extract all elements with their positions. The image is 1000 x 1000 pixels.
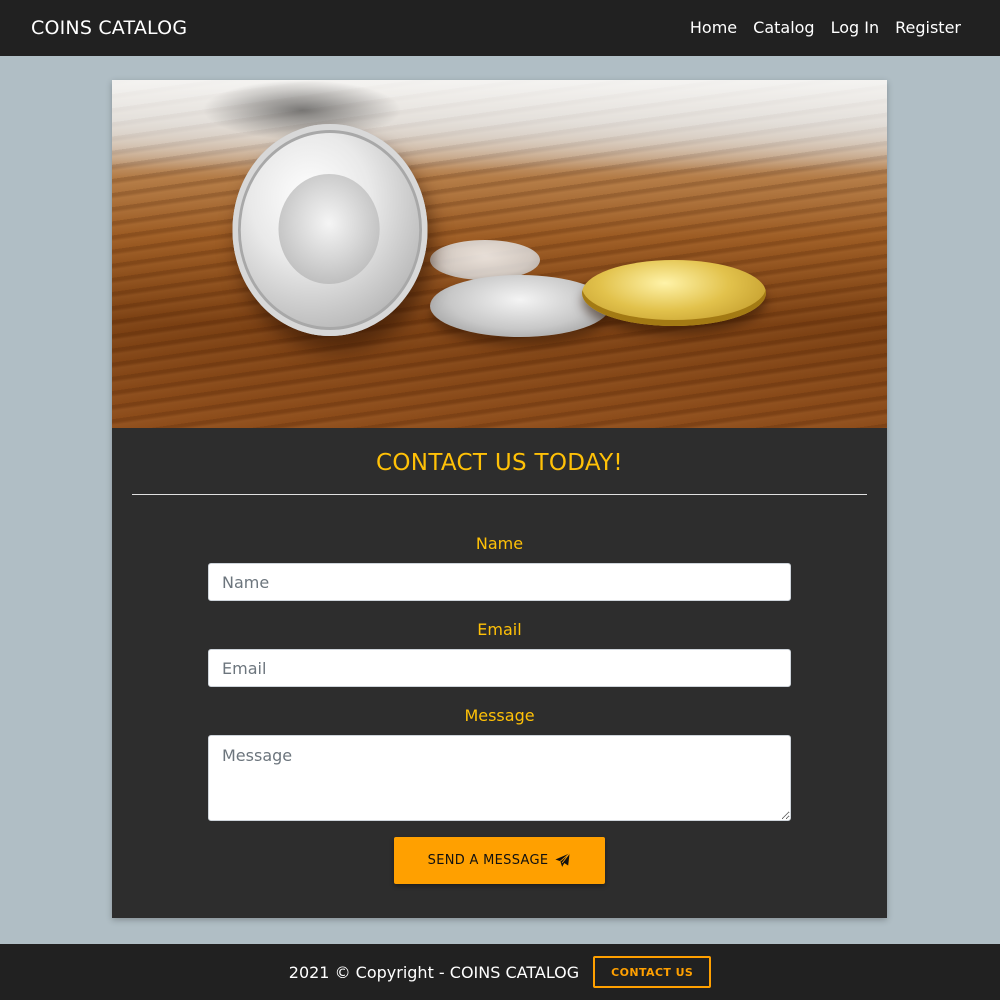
- name-label: Name: [475, 534, 524, 553]
- name-input[interactable]: [208, 563, 791, 601]
- paper-plane-icon: [555, 853, 571, 867]
- title-divider: [132, 494, 867, 495]
- nav-link-login[interactable]: Log In: [823, 0, 888, 56]
- gold-coin: [582, 260, 766, 326]
- message-label: Message: [464, 706, 535, 725]
- nav-links: Home Catalog Log In Register: [682, 0, 969, 56]
- silver-eagle-coin: [232, 124, 428, 336]
- brand-logo-link[interactable]: COINS CATALOG: [31, 17, 187, 39]
- contact-title: CONTACT US TODAY!: [376, 450, 623, 476]
- eagle-emblem: [278, 174, 380, 284]
- email-label: Email: [477, 620, 522, 639]
- footer-copyright: 2021 © Copyright - COINS CATALOG: [288, 962, 580, 982]
- message-textarea[interactable]: [208, 735, 791, 821]
- hero-image-coins: [112, 80, 887, 428]
- send-message-button[interactable]: SEND A MESSAGE: [393, 837, 606, 884]
- nav-link-register[interactable]: Register: [887, 0, 969, 56]
- contact-card: CONTACT US TODAY! Name Email Message SEN…: [112, 80, 887, 918]
- contact-form: Name Email Message SEND A MESSAGE: [208, 534, 791, 884]
- nav-link-home[interactable]: Home: [682, 0, 745, 56]
- send-button-wrap: SEND A MESSAGE: [208, 837, 791, 884]
- silver-coin-back: [430, 240, 540, 280]
- send-message-label: SEND A MESSAGE: [427, 853, 549, 868]
- footer-contact-button[interactable]: CONTACT US: [593, 956, 712, 988]
- top-navbar: COINS CATALOG Home Catalog Log In Regist…: [0, 0, 1000, 56]
- nav-link-catalog[interactable]: Catalog: [745, 0, 822, 56]
- silver-coin-flat: [430, 275, 610, 337]
- email-input[interactable]: [208, 649, 791, 687]
- page-footer: 2021 © Copyright - COINS CATALOG CONTACT…: [0, 944, 1000, 1000]
